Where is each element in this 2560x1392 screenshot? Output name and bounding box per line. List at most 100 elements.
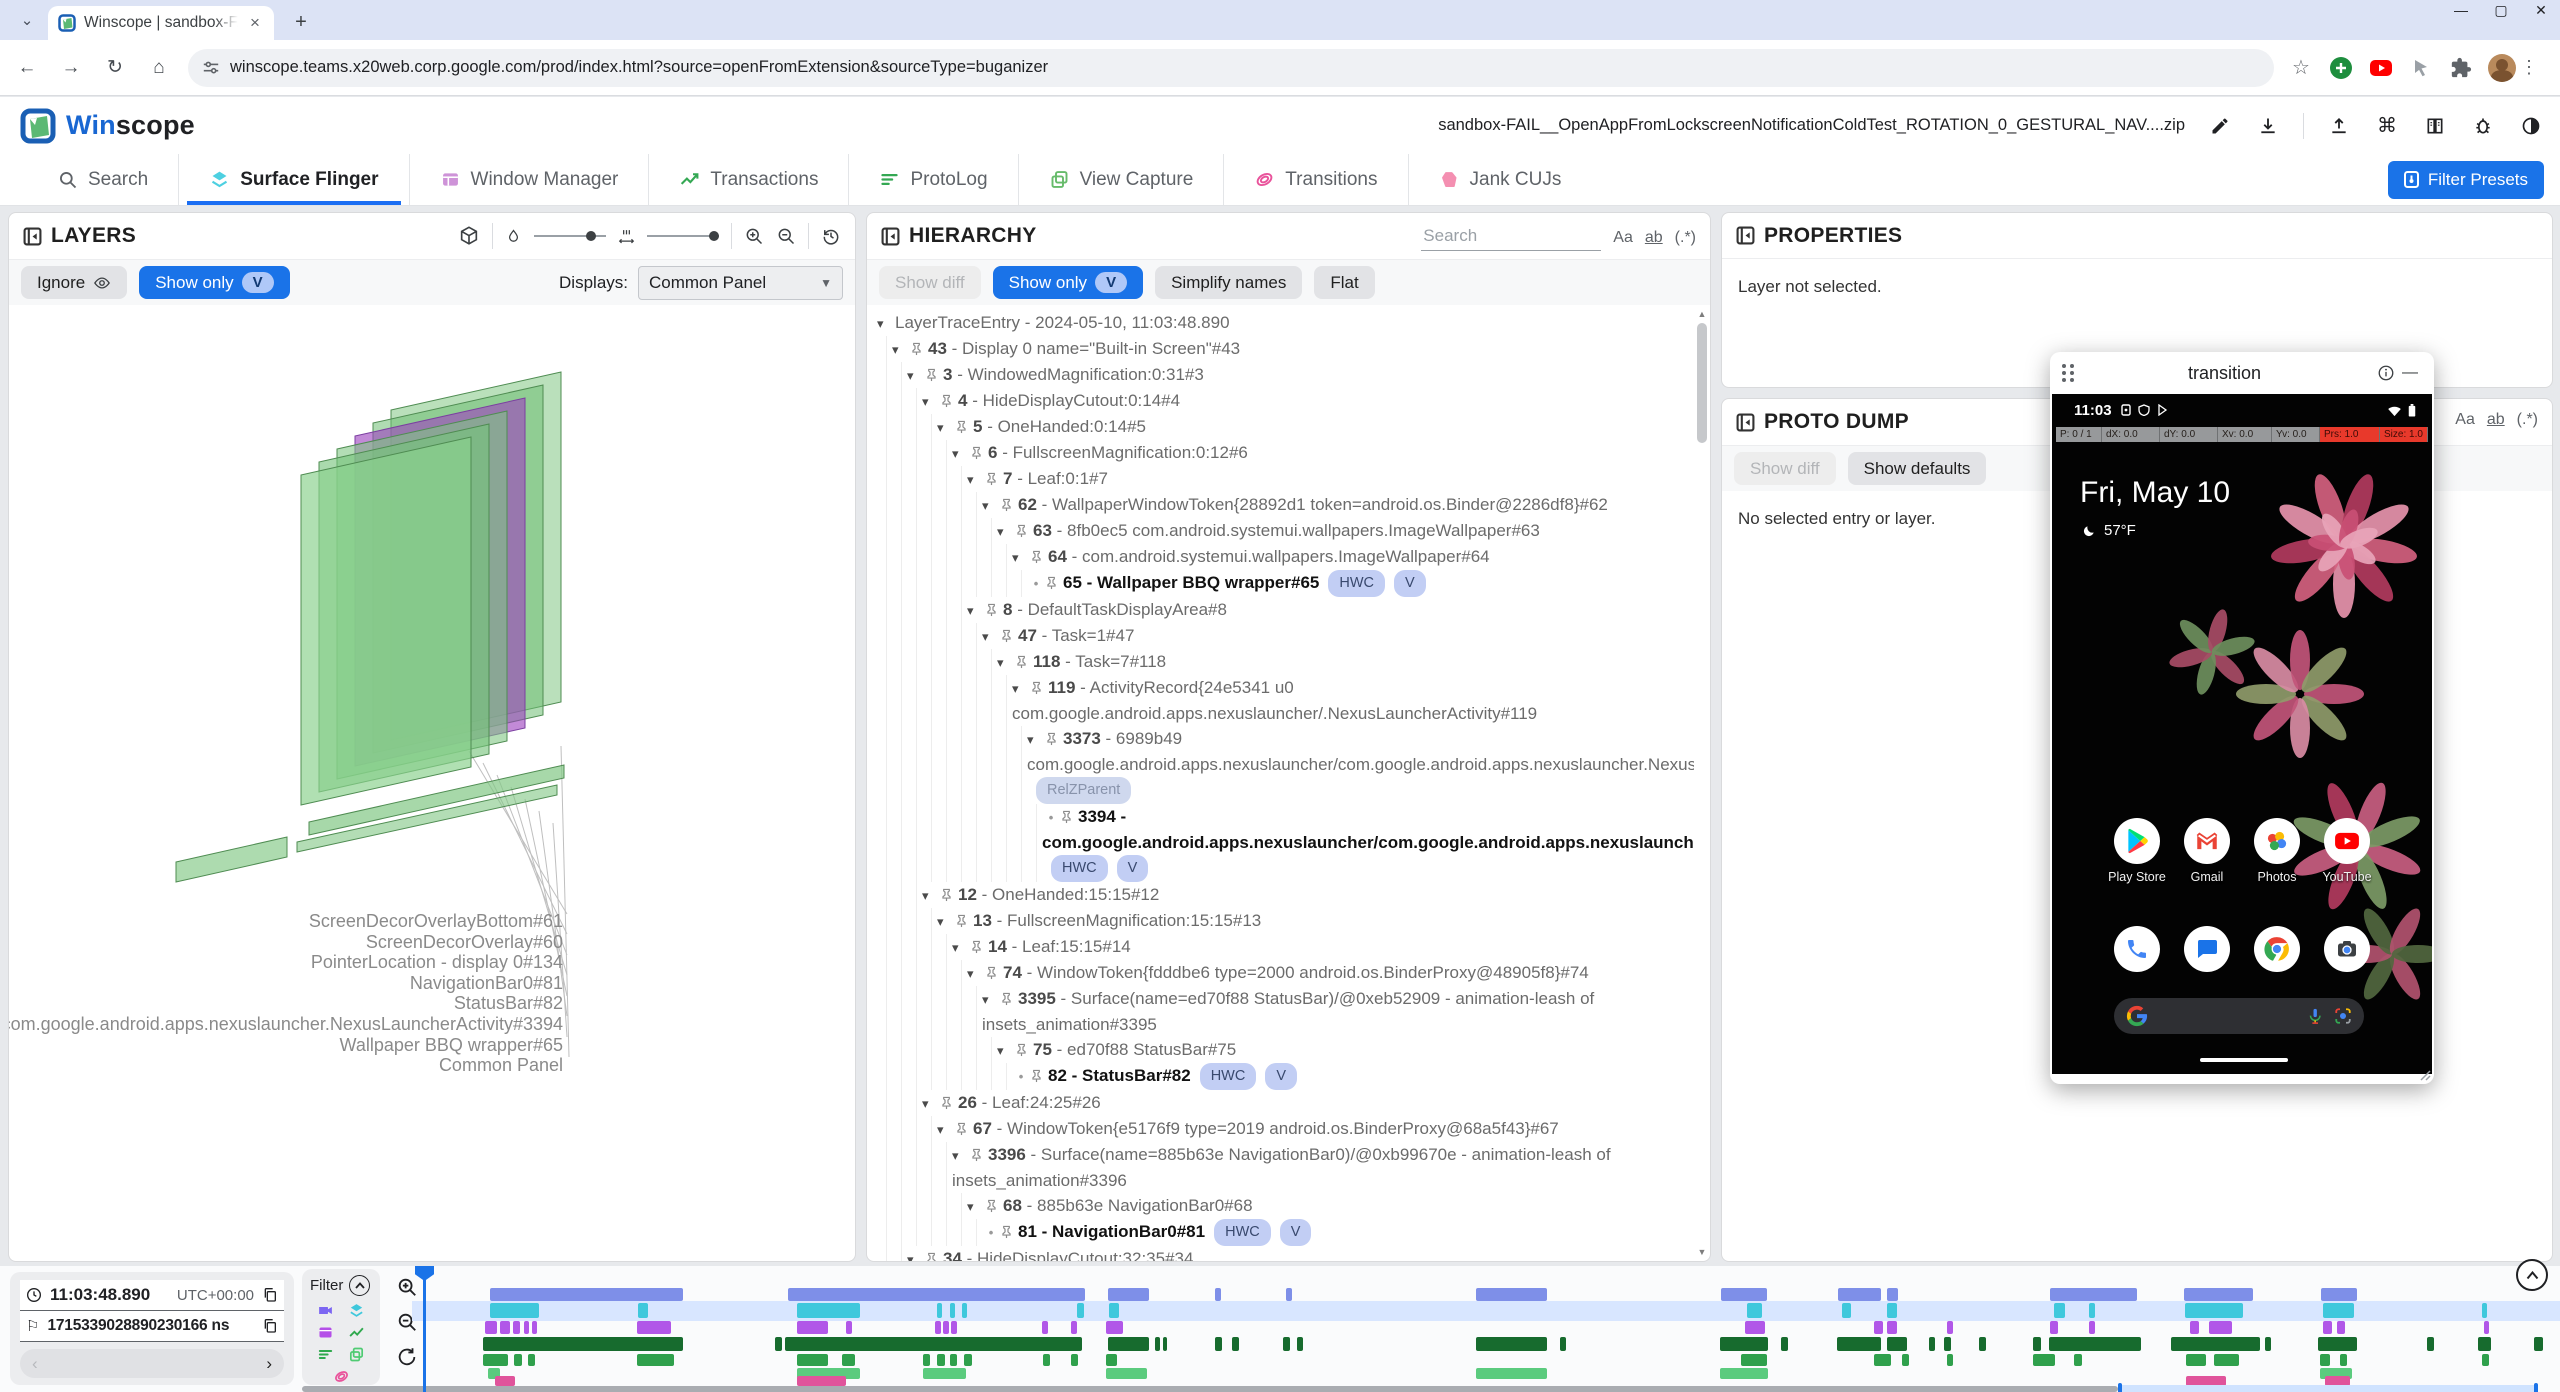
trace-segment[interactable]	[1979, 1337, 1986, 1351]
trace-segment[interactable]	[2484, 1321, 2489, 1334]
trace-segment[interactable]	[490, 1288, 683, 1301]
trace-segment[interactable]	[1720, 1337, 1768, 1351]
window-close-icon[interactable]: ✕	[2532, 2, 2550, 19]
profile-avatar[interactable]	[2488, 54, 2516, 82]
trace-segment[interactable]	[2214, 1354, 2239, 1366]
report-bug-icon[interactable]	[2470, 113, 2496, 139]
trace-segment[interactable]	[1947, 1354, 1953, 1366]
trace-segment[interactable]	[1842, 1303, 1851, 1318]
trace-segment[interactable]	[2185, 1303, 2243, 1318]
timeline-track-window-manager[interactable]	[430, 1321, 2544, 1334]
current-time-ns[interactable]: 1715339028890230166 ns	[47, 1317, 229, 1335]
hierarchy-node[interactable]: ▾8 - DefaultTaskDisplayArea#8	[867, 597, 1694, 623]
hierarchy-node[interactable]: ▾64 - com.android.systemui.wallpapers.Im…	[867, 544, 1694, 570]
collapse-arrow-icon[interactable]: ▾	[952, 441, 970, 466]
timeline-scrollbar[interactable]	[302, 1386, 2118, 1392]
browser-menu-icon[interactable]: ⋮	[2520, 57, 2538, 78]
trace-segment[interactable]	[1902, 1354, 1909, 1366]
transition-window-titlebar[interactable]: transition —	[2050, 352, 2434, 394]
resize-handle[interactable]	[2419, 1069, 2431, 1081]
pin-icon[interactable]	[910, 342, 923, 356]
pin-icon[interactable]	[1000, 498, 1013, 512]
trace-segment[interactable]	[2190, 1321, 2199, 1334]
trace-segment[interactable]	[935, 1321, 941, 1334]
dock-camera-icon[interactable]	[2324, 926, 2370, 972]
trace-segment[interactable]	[964, 1354, 972, 1366]
trace-segment[interactable]	[2049, 1337, 2141, 1351]
trace-segment[interactable]	[1944, 1337, 1951, 1351]
collapse-arrow-icon[interactable]: ▾	[922, 389, 940, 414]
trace-segment[interactable]	[2171, 1337, 2260, 1351]
panel-dock-icon[interactable]	[1736, 226, 1755, 245]
trace-segment[interactable]	[788, 1288, 1085, 1301]
hierarchy-node[interactable]: ▾13 - FullscreenMagnification:15:15#13	[867, 908, 1694, 934]
window-maximize-icon[interactable]: ▢	[2492, 2, 2510, 19]
timeline-track-protolog[interactable]	[430, 1354, 2544, 1366]
trace-segment[interactable]	[1297, 1337, 1304, 1351]
flat-button[interactable]: Flat	[1314, 266, 1374, 299]
trace-segment[interactable]	[483, 1354, 508, 1366]
site-settings-icon[interactable]	[202, 59, 220, 77]
docs-book-icon[interactable]	[2422, 113, 2448, 139]
trace-segment[interactable]	[1163, 1337, 1167, 1351]
app-icon-play-store[interactable]	[2114, 818, 2160, 864]
dock-messages-icon[interactable]	[2184, 926, 2230, 972]
zoom-in-icon[interactable]	[396, 1276, 418, 1298]
tab-jank-cujs[interactable]: Jank CUJs	[1408, 154, 1592, 205]
collapse-arrow-icon[interactable]: ▾	[1012, 545, 1030, 570]
trace-segment[interactable]	[2337, 1321, 2345, 1334]
trace-segment[interactable]	[1077, 1303, 1084, 1318]
collapse-arrow-icon[interactable]: ▾	[967, 598, 985, 623]
scroll-down-icon[interactable]: ▼	[1695, 1245, 1709, 1259]
pin-icon[interactable]	[1000, 1225, 1013, 1239]
download-icon[interactable]	[2255, 113, 2281, 139]
extension-cursor-icon[interactable]	[2408, 55, 2434, 81]
trace-segment[interactable]	[943, 1321, 949, 1334]
layers-3d-view[interactable]	[9, 306, 856, 1261]
window-manager-icon[interactable]	[317, 1324, 334, 1341]
trace-segment[interactable]	[842, 1354, 855, 1366]
trace-segment[interactable]	[923, 1354, 930, 1366]
collapse-arrow-icon[interactable]: ▾	[997, 650, 1015, 675]
layer-label[interactable]: StatusBar#82	[454, 993, 563, 1014]
dock-phone-icon[interactable]	[2114, 926, 2160, 972]
address-bar[interactable]: winscope.teams.x20web.corp.google.com/pr…	[188, 49, 2274, 87]
hierarchy-node[interactable]: ▾62 - WallpaperWindowToken{28892d1 token…	[867, 492, 1694, 518]
hierarchy-node[interactable]: ▾12 - OneHanded:15:15#12	[867, 882, 1694, 908]
zoom-out-icon[interactable]	[776, 226, 796, 246]
pin-icon[interactable]	[1030, 681, 1043, 695]
trace-segment[interactable]	[1781, 1337, 1788, 1351]
trace-segment[interactable]	[797, 1303, 860, 1318]
trace-segment[interactable]	[962, 1303, 967, 1318]
show-diff-button[interactable]: Show diff	[1734, 452, 1836, 485]
spacing-slider[interactable]	[647, 235, 719, 237]
hierarchy-node[interactable]: ▾74 - WindowToken{fdddbe6 type=2000 andr…	[867, 960, 1694, 986]
forward-icon[interactable]: →	[54, 51, 88, 85]
collapse-arrow-icon[interactable]: ▾	[997, 1038, 1015, 1063]
collapse-arrow-icon[interactable]: ▾	[907, 1247, 925, 1261]
trace-segment[interactable]	[637, 1354, 674, 1366]
trace-segment[interactable]	[2340, 1354, 2347, 1366]
new-tab-button[interactable]: +	[288, 10, 314, 36]
extension-youtube-icon[interactable]	[2368, 55, 2394, 81]
trace-segment[interactable]	[2033, 1354, 2055, 1366]
trace-segment[interactable]	[1874, 1354, 1891, 1366]
screen-recording-icon[interactable]	[317, 1302, 334, 1319]
timeline-cursor[interactable]	[423, 1266, 426, 1392]
trace-segment[interactable]	[514, 1354, 522, 1366]
google-search-bar[interactable]	[2114, 998, 2364, 1034]
trace-segment[interactable]	[1745, 1321, 1765, 1334]
copy-icon[interactable]	[262, 1318, 278, 1334]
hierarchy-node[interactable]: ▾3 - WindowedMagnification:0:31#3	[867, 362, 1694, 388]
pin-icon[interactable]	[955, 914, 968, 928]
match-word-icon[interactable]: ab	[2487, 411, 2505, 429]
trace-segment[interactable]	[797, 1321, 828, 1334]
hierarchy-node[interactable]: ▾7 - Leaf:0:1#7	[867, 466, 1694, 492]
trace-segment[interactable]	[483, 1337, 683, 1351]
collapse-arrow-icon[interactable]: ▾	[937, 909, 955, 934]
pin-icon[interactable]	[970, 1148, 983, 1162]
pin-icon[interactable]	[1015, 524, 1028, 538]
pin-icon[interactable]	[1000, 992, 1013, 1006]
trace-segment[interactable]	[2320, 1354, 2330, 1366]
view-capture-icon[interactable]	[348, 1346, 365, 1363]
